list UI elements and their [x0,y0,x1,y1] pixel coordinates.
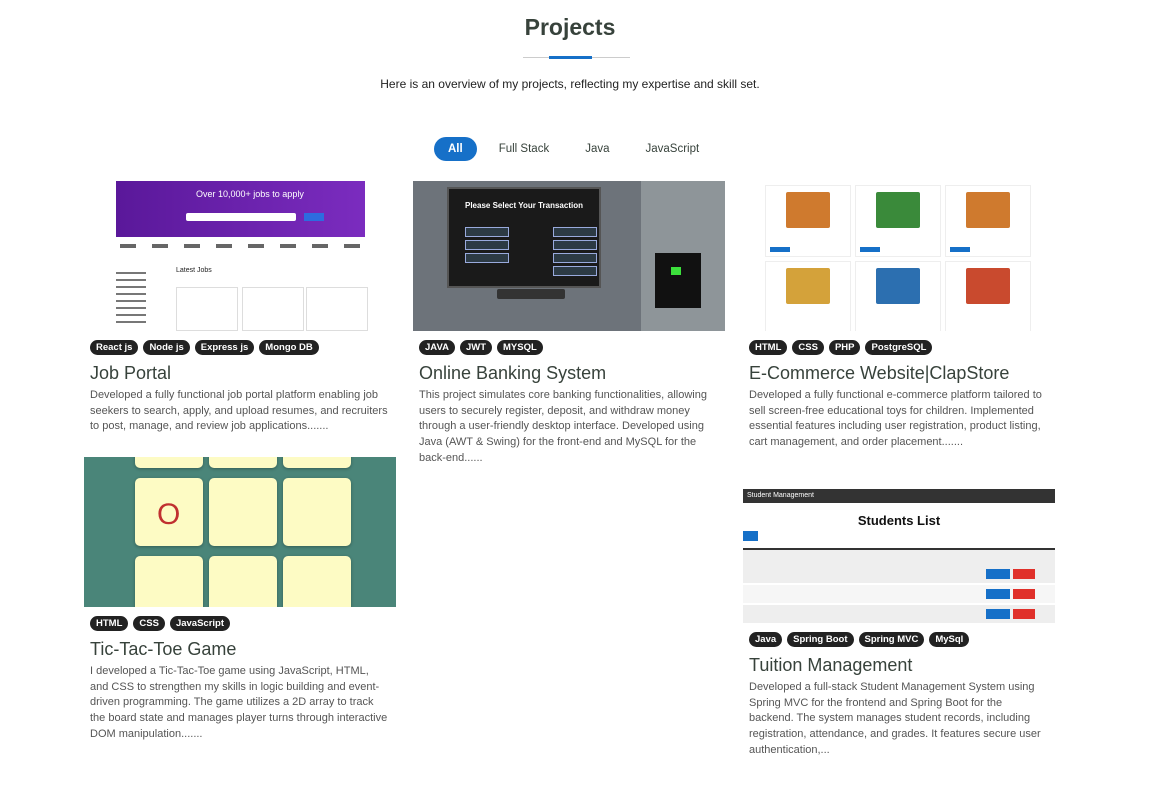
thumb-subheading: Latest Jobs [176,267,212,274]
tag: CSS [792,340,824,355]
tag: Spring MVC [858,632,925,647]
project-thumbnail[interactable]: O [84,457,396,607]
project-card-ecommerce[interactable]: HTML CSS PHP PostgreSQL E-Commerce Websi… [743,181,1055,451]
project-thumbnail[interactable]: Over 10,000+ jobs to apply Latest Jobs [84,181,396,331]
project-title[interactable]: Online Banking System [419,363,725,384]
tag: JWT [459,340,492,355]
tag: MySql [929,632,970,647]
filter-java[interactable]: Java [571,137,623,161]
tag: JavaScript [169,616,230,631]
tag: JAVA [419,340,455,355]
tag: CSS [133,616,165,631]
thumb-heading: Students List [857,513,941,528]
tag: PHP [828,340,861,355]
project-title[interactable]: Tuition Management [749,655,1055,676]
tag: React js [90,340,139,355]
tag-list: HTML CSS JavaScript [90,616,396,631]
tag: PostgreSQL [865,340,933,355]
tag: Java [749,632,783,647]
project-card-online-banking[interactable]: Please Select Your Transaction JAVA JWT … [413,181,725,467]
thumb-heading: Over 10,000+ jobs to apply [196,189,304,199]
tag-list: Java Spring Boot Spring MVC MySql [749,632,1055,647]
project-description: Developed a fully functional job portal … [90,389,388,433]
project-description: I developed a Tic-Tac-Toe game using Jav… [90,665,388,740]
project-title[interactable]: Tic-Tac-Toe Game [90,639,396,660]
project-card-tic-tac-toe[interactable]: O HTML CSS JavaScript Tic-Tac-Toe Game I… [84,457,396,743]
tag: HTML [749,340,788,355]
thumb-heading: Please Select Your Transaction [465,201,583,210]
tag: Spring Boot [787,632,854,647]
project-thumbnail[interactable]: Student Management Students List [743,473,1055,623]
filter-full-stack[interactable]: Full Stack [485,137,564,161]
filter-all[interactable]: All [434,137,477,161]
tag: Mongo DB [259,340,319,355]
project-description: This project simulates core banking func… [419,389,707,464]
section-subtitle: Here is an overview of my projects, refl… [380,77,760,91]
tag: HTML [90,616,129,631]
project-title[interactable]: E-Commerce Website|ClapStore [749,363,1055,384]
project-card-tuition-management[interactable]: Student Management Students List Java Sp… [743,473,1055,759]
project-thumbnail[interactable]: Please Select Your Transaction [413,181,725,331]
section-title: Projects [524,14,616,40]
project-description: Developed a fully functional e-commerce … [749,389,1042,449]
project-thumbnail[interactable] [743,181,1055,331]
tag: MYSQL [497,340,543,355]
tag: Node js [143,340,190,355]
tag-list: HTML CSS PHP PostgreSQL [749,340,1055,355]
project-title[interactable]: Job Portal [90,363,396,384]
project-card-job-portal[interactable]: Over 10,000+ jobs to apply Latest Jobs R… [84,181,396,435]
title-divider-accent [549,56,592,59]
thumb-navbar: Student Management [743,489,1055,503]
board-mark: O [157,498,181,531]
project-description: Developed a full-stack Student Managemen… [749,681,1041,756]
tag: Express js [194,340,255,355]
tag-list: JAVA JWT MYSQL [419,340,725,355]
project-filters: All Full Stack Java JavaScript [434,137,713,161]
filter-javascript[interactable]: JavaScript [632,137,714,161]
tag-list: React js Node js Express js Mongo DB [90,340,396,355]
